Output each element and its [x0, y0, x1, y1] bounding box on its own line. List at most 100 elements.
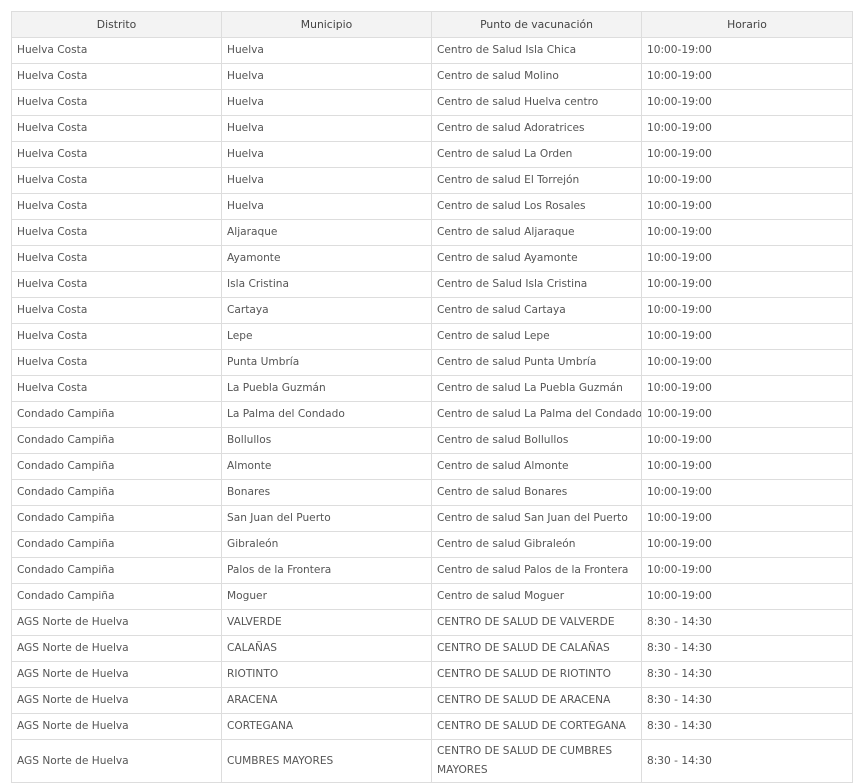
cell-municipio: Huelva [221, 167, 432, 194]
cell-punto-vacunacion: Centro de salud Bollullos [431, 427, 642, 454]
cell-distrito: Condado Campiña [11, 427, 222, 454]
cell-municipio: Huelva [221, 193, 432, 220]
cell-distrito: Huelva Costa [11, 89, 222, 116]
table-row: Huelva Costa Huelva Centro de salud Huelva… [11, 89, 853, 116]
cell-horario: 10:00-19:00 [641, 167, 853, 194]
table-row: Huelva Costa Isla Cristina Centro de Salud… [11, 271, 853, 298]
vaccination-points-table: Distrito Municipio Punto de vacunación H… [11, 11, 853, 783]
cell-horario: 10:00-19:00 [641, 89, 853, 116]
cell-municipio: Palos de la Frontera [221, 557, 432, 584]
header-distrito: Distrito [11, 11, 222, 38]
cell-horario: 10:00-19:00 [641, 37, 853, 64]
cell-punto-vacunacion: CENTRO DE SALUD DE CUMBRES MAYORES [431, 739, 642, 783]
table-row: Condado Campiña Gibraleón Centro de salud … [11, 531, 853, 558]
cell-municipio: Lepe [221, 323, 432, 350]
cell-punto-vacunacion: Centro de salud Aljaraque [431, 219, 642, 246]
cell-punto-vacunacion: CENTRO DE SALUD DE ARACENA [431, 687, 642, 714]
table-row: Huelva Costa Huelva Centro de salud Molino… [11, 63, 853, 90]
cell-horario: 8:30 - 14:30 [641, 635, 853, 662]
cell-horario: 10:00-19:00 [641, 557, 853, 584]
cell-distrito: AGS Norte de Huelva [11, 661, 222, 688]
cell-punto-vacunacion: Centro de salud Bonares [431, 479, 642, 506]
cell-horario: 10:00-19:00 [641, 401, 853, 428]
table-row: AGS Norte de Huelva CALAÑAS CENTRO DE SALU… [11, 635, 853, 662]
table-row: AGS Norte de Huelva CUMBRES MAYORES CENTRO… [11, 739, 853, 783]
cell-municipio: ARACENA [221, 687, 432, 714]
cell-distrito: AGS Norte de Huelva [11, 713, 222, 740]
cell-distrito: Condado Campiña [11, 557, 222, 584]
table-row: Huelva Costa La Puebla Guzmán Centro de sa… [11, 375, 853, 402]
cell-punto-vacunacion: CENTRO DE SALUD DE CALAÑAS [431, 635, 642, 662]
table-row: Condado Campiña Almonte Centro de salud Al… [11, 453, 853, 480]
cell-municipio: Huelva [221, 141, 432, 168]
cell-horario: 8:30 - 14:30 [641, 609, 853, 636]
cell-municipio: Almonte [221, 453, 432, 480]
cell-punto-vacunacion: Centro de salud Huelva centro [431, 89, 642, 116]
cell-horario: 10:00-19:00 [641, 427, 853, 454]
table-row: Condado Campiña Bonares Centro de salud Bo… [11, 479, 853, 506]
cell-distrito: Condado Campiña [11, 531, 222, 558]
cell-distrito: Huelva Costa [11, 37, 222, 64]
cell-horario: 10:00-19:00 [641, 141, 853, 168]
cell-punto-vacunacion: Centro de salud Adoratrices [431, 115, 642, 142]
cell-municipio: Isla Cristina [221, 271, 432, 298]
cell-municipio: Huelva [221, 37, 432, 64]
table-row: Huelva Costa Lepe Centro de salud Lepe 10:0… [11, 323, 853, 350]
cell-horario: 10:00-19:00 [641, 583, 853, 610]
table-row: Huelva Costa Punta Umbría Centro de salud … [11, 349, 853, 376]
cell-horario: 10:00-19:00 [641, 453, 853, 480]
cell-distrito: Huelva Costa [11, 115, 222, 142]
cell-distrito: Huelva Costa [11, 323, 222, 350]
cell-distrito: AGS Norte de Huelva [11, 609, 222, 636]
table-row: Condado Campiña San Juan del Puerto Centro… [11, 505, 853, 532]
cell-punto-vacunacion: CENTRO DE SALUD DE RIOTINTO [431, 661, 642, 688]
cell-municipio: Huelva [221, 89, 432, 116]
cell-punto-vacunacion: Centro de Salud Isla Chica [431, 37, 642, 64]
cell-municipio: Moguer [221, 583, 432, 610]
cell-horario: 10:00-19:00 [641, 63, 853, 90]
cell-horario: 10:00-19:00 [641, 193, 853, 220]
cell-distrito: Huelva Costa [11, 349, 222, 376]
cell-municipio: Huelva [221, 115, 432, 142]
table-header-row: Distrito Municipio Punto de vacunación H… [11, 11, 853, 38]
header-municipio: Municipio [221, 11, 432, 38]
table-body: Huelva Costa Huelva Centro de Salud Isla C… [11, 37, 853, 783]
cell-horario: 10:00-19:00 [641, 531, 853, 558]
cell-municipio: Punta Umbría [221, 349, 432, 376]
cell-punto-vacunacion: Centro de salud Lepe [431, 323, 642, 350]
cell-distrito: Huelva Costa [11, 63, 222, 90]
cell-distrito: Condado Campiña [11, 401, 222, 428]
table-row: AGS Norte de Huelva CORTEGANA CENTRO DE SA… [11, 713, 853, 740]
cell-municipio: Gibraleón [221, 531, 432, 558]
table-row: Condado Campiña Bollullos Centro de salud … [11, 427, 853, 454]
table-row: Condado Campiña La Palma del Condado Centr… [11, 401, 853, 428]
cell-distrito: Huelva Costa [11, 297, 222, 324]
cell-horario: 10:00-19:00 [641, 349, 853, 376]
cell-horario: 10:00-19:00 [641, 479, 853, 506]
table-row: Huelva Costa Huelva Centro de salud La Ord… [11, 141, 853, 168]
cell-horario: 8:30 - 14:30 [641, 713, 853, 740]
cell-punto-vacunacion: Centro de salud El Torrejón [431, 167, 642, 194]
cell-punto-vacunacion: Centro de salud La Orden [431, 141, 642, 168]
cell-punto-vacunacion: Centro de salud Gibraleón [431, 531, 642, 558]
cell-punto-vacunacion: Centro de salud Almonte [431, 453, 642, 480]
cell-punto-vacunacion: Centro de salud Moguer [431, 583, 642, 610]
cell-horario: 8:30 - 14:30 [641, 739, 853, 783]
table-row: Huelva Costa Huelva Centro de salud Adorat… [11, 115, 853, 142]
cell-distrito: Condado Campiña [11, 453, 222, 480]
cell-punto-vacunacion: Centro de salud Cartaya [431, 297, 642, 324]
cell-punto-vacunacion: Centro de salud La Palma del Condado [431, 401, 642, 428]
cell-horario: 10:00-19:00 [641, 115, 853, 142]
table-row: Huelva Costa Ayamonte Centro de salud Ayam… [11, 245, 853, 272]
table-row: AGS Norte de Huelva VALVERDE CENTRO DE SAL… [11, 609, 853, 636]
header-horario: Horario [641, 11, 853, 38]
cell-distrito: Huelva Costa [11, 141, 222, 168]
cell-distrito: Huelva Costa [11, 193, 222, 220]
cell-punto-vacunacion: Centro de salud Punta Umbría [431, 349, 642, 376]
cell-municipio: Huelva [221, 63, 432, 90]
cell-municipio: San Juan del Puerto [221, 505, 432, 532]
table-row: AGS Norte de Huelva RIOTINTO CENTRO DE SAL… [11, 661, 853, 688]
cell-punto-vacunacion: Centro de salud La Puebla Guzmán [431, 375, 642, 402]
cell-distrito: AGS Norte de Huelva [11, 739, 222, 783]
cell-municipio: Bollullos [221, 427, 432, 454]
